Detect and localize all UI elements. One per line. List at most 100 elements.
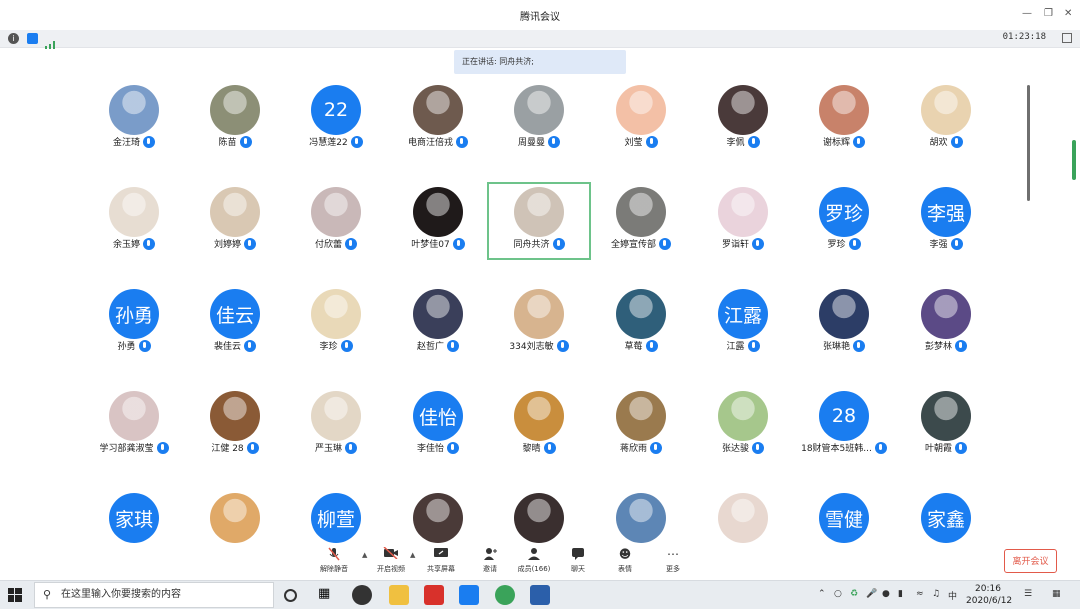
participant-tile[interactable]: 李珍 — [285, 285, 387, 361]
leave-meeting-button[interactable]: 离开会议 — [1004, 549, 1057, 573]
participant-tile[interactable]: 胡欢 — [895, 81, 997, 157]
word-icon[interactable] — [530, 585, 550, 605]
participant-name: 334刘志敏 — [509, 342, 554, 352]
participant-tile[interactable]: 严玉琳 — [285, 387, 387, 463]
participant-tile[interactable]: 江健 28 — [184, 387, 286, 463]
mic-icon — [447, 339, 459, 352]
participant-tile[interactable]: 李佩 — [692, 81, 794, 157]
participant-tile[interactable]: 刘莹 — [590, 81, 692, 157]
mic-options-icon[interactable]: ▲ — [362, 551, 367, 559]
participant-tile[interactable]: 张达骏 — [692, 387, 794, 463]
video-options-icon[interactable]: ▲ — [410, 551, 415, 559]
participant-tile[interactable]: 28 18财管本5班韩... — [793, 387, 895, 463]
cortana-icon[interactable] — [284, 589, 297, 602]
emoji-button[interactable]: ☻ 表情 — [603, 547, 647, 574]
fullscreen-icon[interactable] — [1062, 33, 1072, 43]
minimize-icon[interactable]: — — [1022, 8, 1032, 19]
participant-tile[interactable]: 佳怡 李佳怡 — [387, 387, 489, 463]
grid-scrollbar[interactable] — [1027, 85, 1030, 201]
tray-mic-icon[interactable]: 🎤 — [866, 589, 877, 599]
battery-icon[interactable]: ▮ — [898, 589, 903, 599]
title-bar: 腾讯会议 — ❐ ✕ — [0, 0, 1080, 30]
mic-icon — [645, 135, 658, 148]
tray-expand-icon[interactable]: ⌃ — [818, 589, 826, 599]
mic-icon — [556, 339, 569, 352]
participant-tile[interactable]: 电商汪倍戎 — [387, 81, 489, 157]
participant-tile[interactable]: 付欣蕾 — [285, 183, 387, 259]
more-label: 更多 — [666, 565, 680, 573]
ie-browser-icon[interactable] — [495, 585, 515, 605]
tencent-meeting-icon[interactable] — [459, 585, 479, 605]
participant-tile[interactable]: 余玉婷 — [83, 183, 185, 259]
tray-app-icon[interactable]: ○ — [834, 589, 842, 599]
members-button[interactable]: 成员(166) — [512, 547, 556, 574]
participant-name-row: 叶梦佳07 — [387, 237, 489, 250]
invite-button[interactable]: 邀请 — [468, 547, 512, 574]
participant-tile[interactable]: 草莓 — [590, 285, 692, 361]
participant-tile[interactable]: 谢标辉 — [793, 81, 895, 157]
taskbar-search-input[interactable]: ⚲ 在这里输入你要搜索的内容 — [34, 582, 274, 608]
participant-tile[interactable]: 张琳艳 — [793, 285, 895, 361]
participant-tile[interactable]: 佳云 裴佳云 — [184, 285, 286, 361]
participant-name: 金汪琦 — [112, 138, 140, 148]
tray-sync-icon[interactable]: ♻ — [850, 589, 858, 599]
side-handle[interactable] — [1072, 140, 1076, 180]
participant-grid: 金汪琦 陈苗 22 冯慧莲22 电商汪倍戎 周曼曼 刘莹 李佩 谢标辉 胡欢余玉婷 刘婷婷 付欣蕾 叶梦… — [0, 0, 1080, 608]
participant-avatar — [616, 289, 666, 339]
participant-tile[interactable]: 金汪琦 — [83, 81, 185, 157]
participant-tile[interactable]: 陈苗 — [184, 81, 286, 157]
wifi-icon[interactable]: ≈ — [916, 589, 924, 599]
tray-penguin-icon[interactable]: ● — [882, 589, 890, 599]
participant-avatar — [413, 493, 463, 543]
participant-tile[interactable]: 叶朝霞 — [895, 387, 997, 463]
participant-tile[interactable]: 周曼曼 — [488, 81, 590, 157]
participant-tile[interactable]: 彭梦林 — [895, 285, 997, 361]
participant-tile[interactable]: 全婷宣传部 — [590, 183, 692, 259]
participant-avatar — [514, 391, 564, 441]
participant-name: 裴佳云 — [213, 342, 241, 352]
shield-icon[interactable] — [27, 33, 38, 44]
notification-icon[interactable]: ☰ — [1024, 589, 1032, 599]
share-screen-button[interactable]: 共享屏幕 — [419, 547, 463, 574]
participant-tile[interactable]: 李强 李强 — [895, 183, 997, 259]
participant-tile[interactable]: 334刘志敏 — [488, 285, 590, 361]
participant-avatar — [514, 289, 564, 339]
more-button[interactable]: ⋯ 更多 — [651, 547, 695, 574]
participant-tile[interactable]: 蒋欣雨 — [590, 387, 692, 463]
participant-tile[interactable]: 赵哲广 — [387, 285, 489, 361]
close-icon[interactable]: ✕ — [1064, 8, 1072, 19]
participant-tile[interactable]: 江露 江露 — [692, 285, 794, 361]
taskbar-clock[interactable]: 20:16 2020/6/12 — [966, 583, 1012, 607]
participant-name: 严玉琳 — [314, 444, 342, 454]
participant-tile[interactable]: 孙勇 孙勇 — [83, 285, 185, 361]
participant-tile[interactable]: 同舟共济 — [487, 182, 591, 260]
participant-name-row: 付欣蕾 — [285, 237, 387, 250]
pinwheel-app-icon[interactable] — [352, 585, 372, 605]
signal-icon[interactable] — [45, 34, 57, 53]
unmute-button[interactable]: 解除静音 — [312, 547, 356, 574]
participant-tile[interactable]: 学习部龚淑莹 — [83, 387, 185, 463]
action-center-icon[interactable]: ▦ — [1052, 589, 1061, 599]
volume-icon[interactable]: ♫ — [932, 589, 940, 599]
start-video-button[interactable]: 开启视频 — [369, 546, 413, 574]
participant-tile[interactable]: 罗珍 罗珍 — [793, 183, 895, 259]
participant-tile[interactable]: 黎晴 — [488, 387, 590, 463]
task-view-icon[interactable]: ▦ — [318, 586, 338, 606]
chat-button[interactable]: 聊天 — [556, 547, 600, 574]
participant-avatar — [819, 289, 869, 339]
windows-start-icon[interactable] — [8, 588, 22, 602]
info-icon[interactable]: i — [8, 33, 19, 44]
participant-avatar — [921, 289, 971, 339]
flag-app-icon[interactable] — [424, 585, 444, 605]
restore-icon[interactable]: ❐ — [1044, 8, 1053, 19]
mic-icon — [650, 441, 662, 454]
participant-avatar — [514, 85, 564, 135]
participant-tile[interactable]: 刘婷婷 — [184, 183, 286, 259]
participant-tile[interactable]: 22 冯慧莲22 — [285, 81, 387, 157]
participant-name: 18财管本5班韩... — [801, 444, 872, 454]
participant-name: 冯慧莲22 — [309, 138, 348, 148]
ime-indicator[interactable]: 中 — [948, 589, 957, 602]
participant-tile[interactable]: 叶梦佳07 — [387, 183, 489, 259]
participant-tile[interactable]: 罗诣轩 — [692, 183, 794, 259]
file-explorer-icon[interactable] — [389, 585, 409, 605]
